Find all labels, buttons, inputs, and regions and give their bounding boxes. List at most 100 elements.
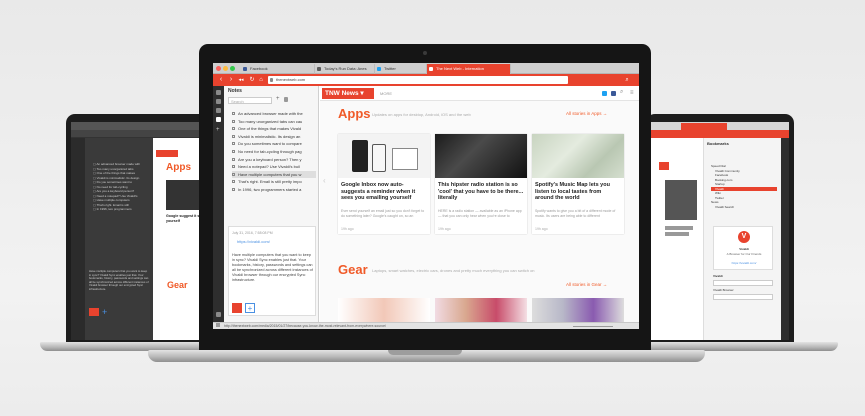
note-list-item-label: One of the things that makes Vivald <box>238 126 302 132</box>
article-card[interactable]: Google Inbox now auto-suggests a reminde… <box>338 134 430 234</box>
tab-run-data[interactable]: Today's Run Data: Anes <box>315 64 375 74</box>
notes-title: Notes <box>228 88 242 94</box>
note-list-item[interactable]: Too many unorganized tabs can cau <box>232 118 316 125</box>
note-body: Have multiple computers that you want to… <box>232 253 313 282</box>
center-laptop-notch <box>388 350 462 355</box>
left-laptop-screen: ▢ An advanced browser made with ▢ Too ma… <box>71 122 215 340</box>
note-checkbox-icon <box>232 134 235 138</box>
article-card[interactable]: This hipster radio station is so 'cool' … <box>435 134 527 234</box>
note-checkbox-icon <box>232 150 235 153</box>
article-card-description: HERE is a radio station — available as a… <box>438 209 522 218</box>
panel-toggle-icon[interactable] <box>216 323 220 327</box>
notes-icon[interactable] <box>216 117 221 122</box>
tab-facebook[interactable]: Facebook <box>241 64 315 74</box>
add-attachment-icon[interactable]: + <box>245 303 255 313</box>
note-checkbox-icon <box>232 119 235 123</box>
tab-the-next-web[interactable]: The Next Web - Internation <box>427 64 511 74</box>
tnw-news-logo[interactable]: TNW News ▾ <box>322 88 374 99</box>
note-list-item[interactable]: No need for tab-cycling through pag <box>232 148 316 155</box>
lock-icon <box>270 78 273 82</box>
site-menu[interactable]: MORE <box>380 91 392 96</box>
add-note-icon[interactable]: + <box>276 96 280 102</box>
reload-icon[interactable]: ↻ <box>248 76 256 84</box>
left-note-text: Have multiple computers that you want to… <box>89 269 149 291</box>
status-url: http://thenextweb.com/media/2015/01/27/b… <box>223 324 387 328</box>
webpage-content: TNW News ▾ MORE ⌕ ≡ Apps Updates on apps… <box>320 86 639 322</box>
note-list-item[interactable]: An advanced browser made with the <box>232 110 316 117</box>
gear-card-3-image <box>532 298 624 322</box>
center-laptop-camera <box>423 51 427 55</box>
prev-arrow-icon[interactable]: ‹ <box>323 176 326 185</box>
add-panel-icon[interactable]: + <box>216 127 221 133</box>
article-card-headline[interactable]: Spotify's Music Map lets you listen to l… <box>535 182 621 202</box>
tab-twitter[interactable]: Twitter <box>375 64 427 74</box>
close-window-dot[interactable] <box>216 66 221 71</box>
note-attachment-thumb <box>232 303 242 313</box>
article-card-image <box>435 134 527 178</box>
note-list-item-label: Do you sometimes want to compare <box>238 141 302 147</box>
note-checkbox-icon <box>232 112 235 115</box>
menu-icon[interactable]: ≡ <box>630 90 634 96</box>
tnw-tab-icon <box>429 67 433 71</box>
maximize-window-dot[interactable] <box>230 66 235 71</box>
note-list-item[interactable]: In 1996, two programmers started a <box>232 186 316 193</box>
address-bar: ‹ › ◂◂ ↻ ⌂ thenextweb.com ⌕ <box>213 74 639 86</box>
delete-note-icon[interactable] <box>284 97 288 102</box>
gear-section-subtitle: Laptops, smart watches, electric cars, d… <box>372 268 535 273</box>
right-field-label: Vivaldi <box>713 274 723 278</box>
note-list-item[interactable]: That's right. Email is still pretty impo <box>232 178 316 185</box>
note-list-item[interactable]: Have multiple computers that you w <box>232 170 316 178</box>
gear-card-1-image <box>338 298 430 322</box>
all-gear-link[interactable]: All stories in Gear → <box>566 282 607 287</box>
search-icon[interactable]: ⌕ <box>623 76 631 84</box>
back-icon[interactable]: ‹ <box>217 76 225 84</box>
downloads-icon[interactable] <box>216 99 221 104</box>
bookmarks-icon[interactable] <box>216 90 221 95</box>
note-list-item-label: Need a notepad? Use Vivaldi's buil <box>238 164 300 170</box>
rewind-icon[interactable]: ◂◂ <box>237 76 245 84</box>
phone-image <box>372 144 386 172</box>
apps-section-subtitle: Updates on apps for desktop, Android, iO… <box>372 112 471 117</box>
right-panel-title: Bookmarks <box>707 141 729 146</box>
note-list-item[interactable]: Do you sometimes want to compare <box>232 140 316 147</box>
search-site-icon[interactable]: ⌕ <box>620 89 623 96</box>
article-card-headline[interactable]: Google Inbox now auto-suggests a reminde… <box>341 182 427 202</box>
twitter-tab-icon <box>377 67 381 71</box>
url-field[interactable]: thenextweb.com <box>268 76 568 84</box>
note-list-item[interactable]: Vivaldi is minimalistic. Its design an <box>232 133 316 140</box>
note-list-item[interactable]: Need a notepad? Use Vivaldi's buil <box>232 163 316 170</box>
forward-icon[interactable]: › <box>227 76 235 84</box>
right-bookmark-folders: Speed Dial Vivaldi Community Facebook Bo… <box>711 164 777 209</box>
article-card-image <box>338 134 430 178</box>
note-checkbox-icon <box>232 180 235 184</box>
article-card[interactable]: Spotify's Music Map lets you listen to l… <box>532 134 624 234</box>
tab-bar: Facebook Today's Run Data: Anes Twitter … <box>213 63 639 74</box>
facebook-tab-icon <box>243 67 247 71</box>
status-bar: http://thenextweb.com/media/2015/01/27/b… <box>213 322 639 329</box>
minimize-window-dot[interactable] <box>223 66 228 71</box>
history-icon[interactable] <box>216 108 221 113</box>
note-list-item-label: Are you a keyboard person? Then y <box>238 156 302 162</box>
tablet-image <box>392 148 418 170</box>
note-list-item[interactable]: Are you a keyboard person? Then y <box>232 156 316 163</box>
settings-icon[interactable] <box>216 312 221 317</box>
notes-search-input[interactable]: Search <box>228 97 272 104</box>
twitter-icon[interactable] <box>602 91 607 96</box>
gear-section-title[interactable]: Gear <box>338 262 368 277</box>
facebook-icon[interactable] <box>611 91 616 96</box>
note-link[interactable]: https://vivaldi.com/ <box>237 239 270 244</box>
note-list-item[interactable]: One of the things that makes Vivald <box>232 125 316 132</box>
note-list-item-label: Have multiple computers that you w <box>238 171 302 177</box>
right-field-label-2: Vivaldi Browser <box>713 288 734 292</box>
note-list-item-label: Too many unorganized tabs can cau <box>238 118 303 124</box>
home-icon[interactable]: ⌂ <box>257 76 265 84</box>
zoom-slider[interactable] <box>573 326 613 327</box>
all-apps-link[interactable]: All stories in Apps → <box>566 111 607 116</box>
note-list-item-label: An advanced browser made with the <box>238 111 303 116</box>
article-card-age: 19h ago <box>438 227 451 231</box>
left-gear-title: Gear <box>167 280 188 290</box>
note-checkbox-icon <box>232 165 235 169</box>
article-card-headline[interactable]: This hipster radio station is so 'cool' … <box>438 182 524 202</box>
article-card-description: Ever send yourself an email just so you … <box>341 209 425 218</box>
apps-section-title[interactable]: Apps <box>338 106 371 121</box>
